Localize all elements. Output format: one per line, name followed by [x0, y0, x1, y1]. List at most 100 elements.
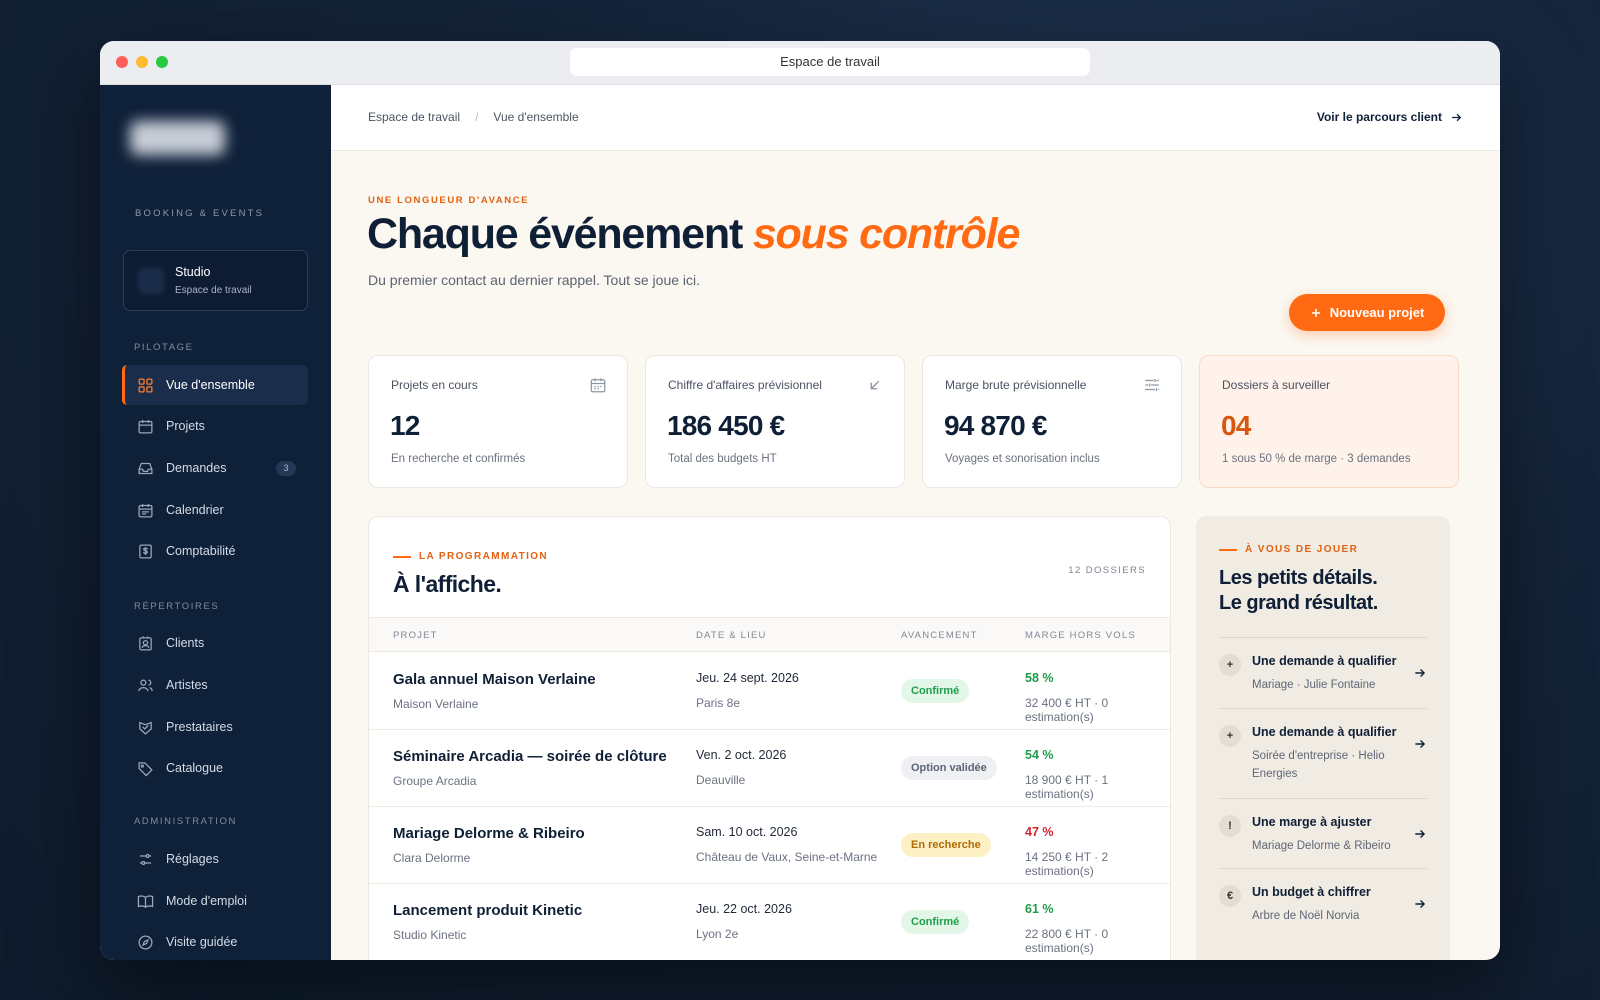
kpi-marge-brute[interactable]: Marge brute prévisionnelle 94 870 € Voya…	[922, 355, 1182, 488]
sliders-icon	[1145, 379, 1159, 391]
sidebar-item-reglages[interactable]: Réglages	[122, 839, 308, 879]
sidebar-item-visite-guidee[interactable]: Visite guidée	[122, 922, 308, 960]
column-header-date[interactable]: DATE & LIEU	[696, 630, 767, 641]
kpi-label: Chiffre d'affaires prévisionnel	[668, 378, 822, 392]
tag-icon	[138, 761, 153, 776]
kpi-dossiers-surveiller[interactable]: Dossiers à surveiller 04 1 sous 50 % de …	[1199, 355, 1459, 488]
app-window: Espace de travail BOOKING & EVENTS Studi…	[100, 41, 1500, 960]
task-badge-icon: !	[1219, 815, 1241, 837]
project-name[interactable]: Mariage Delorme & Ribeiro	[393, 825, 585, 842]
sidebar-item-label: Artistes	[166, 678, 208, 692]
sidebar-item-artistes[interactable]: Artistes	[122, 665, 308, 705]
breadcrumb-item-workspace[interactable]: Espace de travail	[368, 110, 460, 124]
project-name[interactable]: Séminaire Arcadia — soirée de clôture	[393, 748, 667, 765]
maximize-window-button[interactable]	[156, 56, 168, 68]
panel-title: Les petits détails. Le grand résultat.	[1219, 566, 1434, 616]
breadcrumb-separator: /	[475, 110, 479, 124]
project-marge: 47 %	[1025, 825, 1054, 839]
page-title: Chaque événement sous contrôle	[367, 210, 1021, 259]
sidebar: BOOKING & EVENTS Studio Espace de travai…	[100, 85, 331, 960]
task-badge-icon: +	[1219, 725, 1241, 747]
kpi-sub: Voyages et sonorisation inclus	[945, 453, 1100, 465]
sidebar-item-comptabilite[interactable]: Comptabilité	[122, 531, 308, 571]
sidebar-item-calendrier[interactable]: Calendrier	[122, 490, 308, 530]
kpi-chiffre-affaires[interactable]: Chiffre d'affaires prévisionnel 186 450 …	[645, 355, 905, 488]
handshake-icon	[139, 721, 152, 735]
status-badge: Confirmé	[901, 679, 970, 703]
kpi-projets-en-cours[interactable]: Projets en cours 12 En recherche et conf…	[368, 355, 628, 488]
minimize-window-button[interactable]	[136, 56, 148, 68]
project-name[interactable]: Lancement produit Kinetic	[393, 902, 582, 919]
project-client: Studio Kinetic	[393, 928, 467, 942]
kpi-sub: Total des budgets HT	[668, 453, 777, 465]
task-sub: Mariage · Julie Fontaine	[1252, 679, 1376, 691]
sidebar-item-demandes[interactable]: Demandes 3	[122, 448, 308, 488]
project-budget: 32 400 € HT · 0 estimation(s)	[1025, 696, 1109, 724]
kpi-sub: 1 sous 50 % de marge · 3 demandes	[1222, 453, 1411, 465]
project-marge: 61 %	[1025, 902, 1054, 916]
column-header-projet[interactable]: PROJET	[393, 630, 438, 641]
task-item[interactable]: + Une demande à qualifier Soirée d'entrepr…	[1219, 708, 1427, 798]
project-date: Sam. 10 oct. 2026	[696, 825, 798, 839]
column-header-marge[interactable]: MARGE HORS VOLS	[1025, 630, 1136, 641]
sidebar-item-label: Catalogue	[166, 761, 223, 775]
task-title: Une marge à ajuster	[1252, 815, 1372, 829]
sidebar-item-label: Clients	[166, 636, 205, 650]
column-header-avancement[interactable]: AVANCEMENT	[901, 630, 978, 641]
new-project-button[interactable]: Nouveau projet	[1289, 294, 1445, 331]
project-client: Groupe Arcadia	[393, 774, 477, 788]
task-badge-icon: €	[1219, 885, 1241, 907]
count-badge: 3	[276, 460, 296, 476]
todo-panel: À VOUS DE JOUER Les petits détails. Le gr…	[1196, 516, 1450, 960]
close-window-button[interactable]	[116, 56, 128, 68]
table-row[interactable]: Séminaire Arcadia — soirée de clôture Gro…	[369, 730, 1170, 807]
customer-journey-link[interactable]: Voir le parcours client	[1317, 110, 1463, 124]
address-bar[interactable]: Espace de travail	[570, 48, 1090, 76]
projects-table-card: LA PROGRAMMATION À l'affiche. 12 DOSSIER…	[368, 516, 1171, 960]
breadcrumb: Espace de travail / Vue d'ensemble	[368, 110, 579, 124]
sidebar-item-label: Mode d'emploi	[166, 894, 247, 908]
arrow-right-icon	[1415, 830, 1426, 838]
workspace-switcher[interactable]: Studio Espace de travail	[123, 250, 308, 311]
brand-subtitle: BOOKING & EVENTS	[135, 208, 265, 219]
task-badge-icon: +	[1219, 654, 1241, 676]
kpi-sub: En recherche et confirmés	[391, 453, 526, 465]
task-item[interactable]: + Une demande à qualifier Mariage · Julie …	[1219, 637, 1427, 708]
task-title: Un budget à chiffrer	[1252, 885, 1371, 899]
title-main: Chaque événement	[367, 210, 753, 258]
workspace-avatar	[138, 268, 164, 294]
sidebar-item-catalogue[interactable]: Catalogue	[122, 748, 308, 788]
task-item[interactable]: ! Une marge à ajuster Mariage Delorme & Ri…	[1219, 798, 1427, 868]
table-eyebrow: LA PROGRAMMATION	[393, 551, 548, 562]
task-item[interactable]: € Un budget à chiffrer Arbre de Noël Norvi…	[1219, 868, 1427, 938]
title-accent: sous contrôle	[752, 210, 1021, 258]
sidebar-item-projets[interactable]: Projets	[122, 406, 308, 446]
table-title: À l'affiche.	[393, 571, 502, 597]
table-row[interactable]: Lancement produit Kinetic Studio Kinetic J…	[369, 884, 1170, 960]
main-content: Espace de travail / Vue d'ensemble Voir …	[331, 85, 1500, 960]
panel-title-line1: Les petits détails.	[1219, 567, 1378, 589]
sidebar-item-prestataires[interactable]: Prestataires	[122, 707, 308, 747]
sidebar-item-label: Projets	[166, 419, 205, 433]
arrow-right-icon	[1415, 740, 1426, 748]
sidebar-item-label: Réglages	[166, 852, 219, 866]
project-date: Ven. 2 oct. 2026	[696, 748, 787, 762]
table-row[interactable]: Gala annuel Maison Verlaine Maison Verlai…	[369, 653, 1170, 730]
kpi-value: 12	[390, 410, 420, 441]
sidebar-item-label: Prestataires	[166, 720, 233, 734]
panel-eyebrow-text: À VOUS DE JOUER	[1245, 544, 1359, 555]
arrow-right-icon	[1452, 113, 1462, 121]
section-title-administration: ADMINISTRATION	[134, 816, 237, 827]
table-row[interactable]: Mariage Delorme & Ribeiro Clara Delorme Sa…	[369, 807, 1170, 884]
sidebar-item-clients[interactable]: Clients	[122, 623, 308, 663]
sidebar-item-label: Comptabilité	[166, 544, 236, 558]
sidebar-item-mode-emploi[interactable]: Mode d'emploi	[122, 881, 308, 921]
sidebar-item-vue-ensemble[interactable]: Vue d'ensemble	[122, 365, 308, 405]
window-controls	[116, 56, 168, 68]
dollar-file-icon	[139, 543, 152, 559]
status-badge: Confirmé	[901, 910, 970, 934]
panel-eyebrow: À VOUS DE JOUER	[1219, 544, 1358, 555]
project-place: Lyon 2e	[696, 927, 739, 941]
task-sub: Arbre de Noël Norvia	[1252, 910, 1360, 922]
project-name[interactable]: Gala annuel Maison Verlaine	[393, 671, 596, 688]
